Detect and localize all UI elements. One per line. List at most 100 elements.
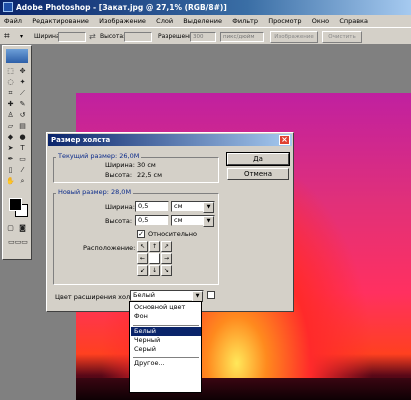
relative-label: Относительно: [148, 230, 197, 238]
dialog-title-bar: Размер холста: [48, 134, 292, 146]
current-height-label: Высота:: [105, 171, 133, 179]
new-height-unit-value: см: [174, 216, 183, 224]
dropdown-separator: [133, 325, 199, 326]
healing-brush-icon[interactable]: ✚: [6, 100, 15, 109]
ok-button[interactable]: Да: [226, 152, 290, 166]
path-selection-icon[interactable]: ➤: [6, 144, 15, 153]
chevron-down-icon[interactable]: ▼: [203, 202, 214, 213]
new-size-label: Новый размер: 28,0M: [56, 188, 134, 196]
zoom-tool-icon[interactable]: ⌕: [18, 177, 27, 186]
menu-window[interactable]: Окно: [308, 15, 333, 27]
toolbox-header: [6, 49, 28, 63]
opt-width-field[interactable]: [58, 32, 86, 42]
foreground-color-swatch[interactable]: [9, 198, 22, 211]
dropdown-option-gray[interactable]: Серый: [131, 345, 201, 354]
extension-color-select[interactable]: Белый ▼: [130, 290, 204, 302]
menu-bar: Файл Редактирование Изображение Слой Выд…: [0, 15, 411, 27]
anchor-se-arrow-icon[interactable]: ↘: [161, 265, 172, 276]
new-width-unit-select[interactable]: см ▼: [171, 201, 215, 213]
anchor-grid: ↖ ↑ ↗ ← → ↙ ↓ ↘: [137, 241, 173, 277]
brush-tool-icon[interactable]: ✎: [18, 100, 27, 109]
quick-mask-mode-icon[interactable]: ◙: [18, 224, 27, 233]
dropdown-separator: [133, 357, 199, 358]
window-title: Adobe Photoshop - [Закат.jpg @ 27,1% (RG…: [16, 3, 227, 12]
new-height-unit-select[interactable]: см ▼: [171, 215, 215, 227]
hand-tool-icon[interactable]: ✋: [6, 177, 15, 186]
title-bar: Adobe Photoshop - [Закат.jpg @ 27,1% (RG…: [0, 0, 411, 15]
marquee-tool-icon[interactable]: ⬚: [6, 67, 15, 76]
anchor-center[interactable]: [149, 253, 160, 264]
current-size-label: Текущий размер: 26,0M: [56, 152, 142, 160]
photoshop-app-icon: [3, 2, 13, 12]
dropdown-option-background[interactable]: Фон: [131, 312, 201, 321]
slice-tool-icon[interactable]: ⟋: [18, 89, 27, 98]
anchor-e-arrow-icon[interactable]: →: [161, 253, 172, 264]
menu-layer[interactable]: Слой: [152, 15, 177, 27]
dropdown-option-white[interactable]: Белый: [131, 327, 201, 336]
dodge-tool-icon[interactable]: ●: [18, 133, 27, 142]
blur-tool-icon[interactable]: ◆: [6, 133, 15, 142]
extension-color-dropdown: Основной цвет Фон Белый Черный Серый Дру…: [129, 301, 202, 393]
anchor-sw-arrow-icon[interactable]: ↙: [137, 265, 148, 276]
opt-resolution-unit[interactable]: пикс/дюйм: [220, 32, 264, 42]
eraser-tool-icon[interactable]: ▱: [6, 122, 15, 131]
clone-stamp-icon[interactable]: ♙: [6, 111, 15, 120]
menu-help[interactable]: Справка: [335, 15, 372, 27]
anchor-w-arrow-icon[interactable]: ←: [137, 253, 148, 264]
menu-image[interactable]: Изображение: [95, 15, 150, 27]
cancel-button[interactable]: Отмена: [227, 168, 289, 180]
close-icon[interactable]: ×: [279, 135, 290, 145]
new-width-label: Ширина:: [105, 203, 135, 211]
new-width-unit-value: см: [174, 202, 183, 210]
gradient-tool-icon[interactable]: ▤: [18, 122, 27, 131]
current-width-label: Ширина:: [105, 161, 135, 169]
new-width-input[interactable]: 0,5: [135, 201, 169, 212]
swap-icon[interactable]: ⇄: [89, 31, 99, 43]
dropdown-option-foreground[interactable]: Основной цвет: [131, 303, 201, 312]
screen-mode-icons[interactable]: ▭▭▭: [6, 238, 30, 247]
menu-file[interactable]: Файл: [0, 15, 26, 27]
menu-filter[interactable]: Фильтр: [228, 15, 262, 27]
front-image-button[interactable]: Изображение: [270, 31, 318, 43]
menu-select[interactable]: Выделение: [179, 15, 226, 27]
dropdown-option-other[interactable]: Другое...: [131, 359, 201, 368]
anchor-n-arrow-icon[interactable]: ↑: [149, 241, 160, 252]
pen-tool-icon[interactable]: ✒: [6, 155, 15, 164]
anchor-label: Расположение:: [83, 244, 136, 252]
anchor-nw-arrow-icon[interactable]: ↖: [137, 241, 148, 252]
tool-preset-chevron-down-icon[interactable]: ▾: [20, 30, 28, 43]
extension-color-value: Белый: [133, 291, 155, 299]
magic-wand-tool-icon[interactable]: ✦: [18, 78, 27, 87]
sunset-silhouette: [76, 378, 411, 400]
current-size-group: [53, 157, 219, 183]
options-bar: ⌗ ▾ Ширина: ⇄ Высота: Разрешение: 300 пи…: [0, 27, 411, 45]
opt-resolution-field[interactable]: 300: [190, 32, 216, 42]
move-tool-icon[interactable]: ✥: [18, 67, 27, 76]
history-brush-icon[interactable]: ↺: [18, 111, 27, 120]
menu-view[interactable]: Просмотр: [264, 15, 305, 27]
crop-tool-icon[interactable]: ⌗: [4, 30, 20, 43]
toolbox: ⬚ ✥ ◌ ✦ ⌗ ⟋ ✚ ✎ ♙ ↺ ▱ ▤ ◆ ● ➤ T ✒ ▭ ▯ ⁄ …: [2, 45, 32, 260]
opt-height-field[interactable]: [124, 32, 152, 42]
anchor-s-arrow-icon[interactable]: ↓: [149, 265, 160, 276]
current-width-value: 30 см: [137, 161, 156, 169]
canvas-size-dialog: Размер холста × Текущий размер: 26,0M Ши…: [46, 132, 294, 312]
dropdown-option-black[interactable]: Черный: [131, 336, 201, 345]
new-height-label: Высота:: [105, 217, 133, 225]
menu-edit[interactable]: Редактирование: [28, 15, 93, 27]
crop-tool-icon[interactable]: ⌗: [6, 89, 15, 98]
new-height-input[interactable]: 0,5: [135, 215, 169, 226]
eyedropper-tool-icon[interactable]: ⁄: [18, 166, 27, 175]
shape-tool-icon[interactable]: ▭: [18, 155, 27, 164]
chevron-down-icon[interactable]: ▼: [203, 216, 214, 227]
standard-mode-icon[interactable]: ▢: [6, 224, 15, 233]
relative-checkbox[interactable]: ✓: [137, 230, 145, 238]
dialog-title: Размер холста: [51, 136, 111, 144]
notes-tool-icon[interactable]: ▯: [6, 166, 15, 175]
extension-color-swatch[interactable]: [207, 291, 215, 299]
lasso-tool-icon[interactable]: ◌: [6, 78, 15, 87]
clear-button[interactable]: Очистить: [322, 31, 362, 43]
opt-height-label: Высота:: [100, 33, 126, 40]
type-tool-icon[interactable]: T: [18, 144, 27, 153]
anchor-ne-arrow-icon[interactable]: ↗: [161, 241, 172, 252]
